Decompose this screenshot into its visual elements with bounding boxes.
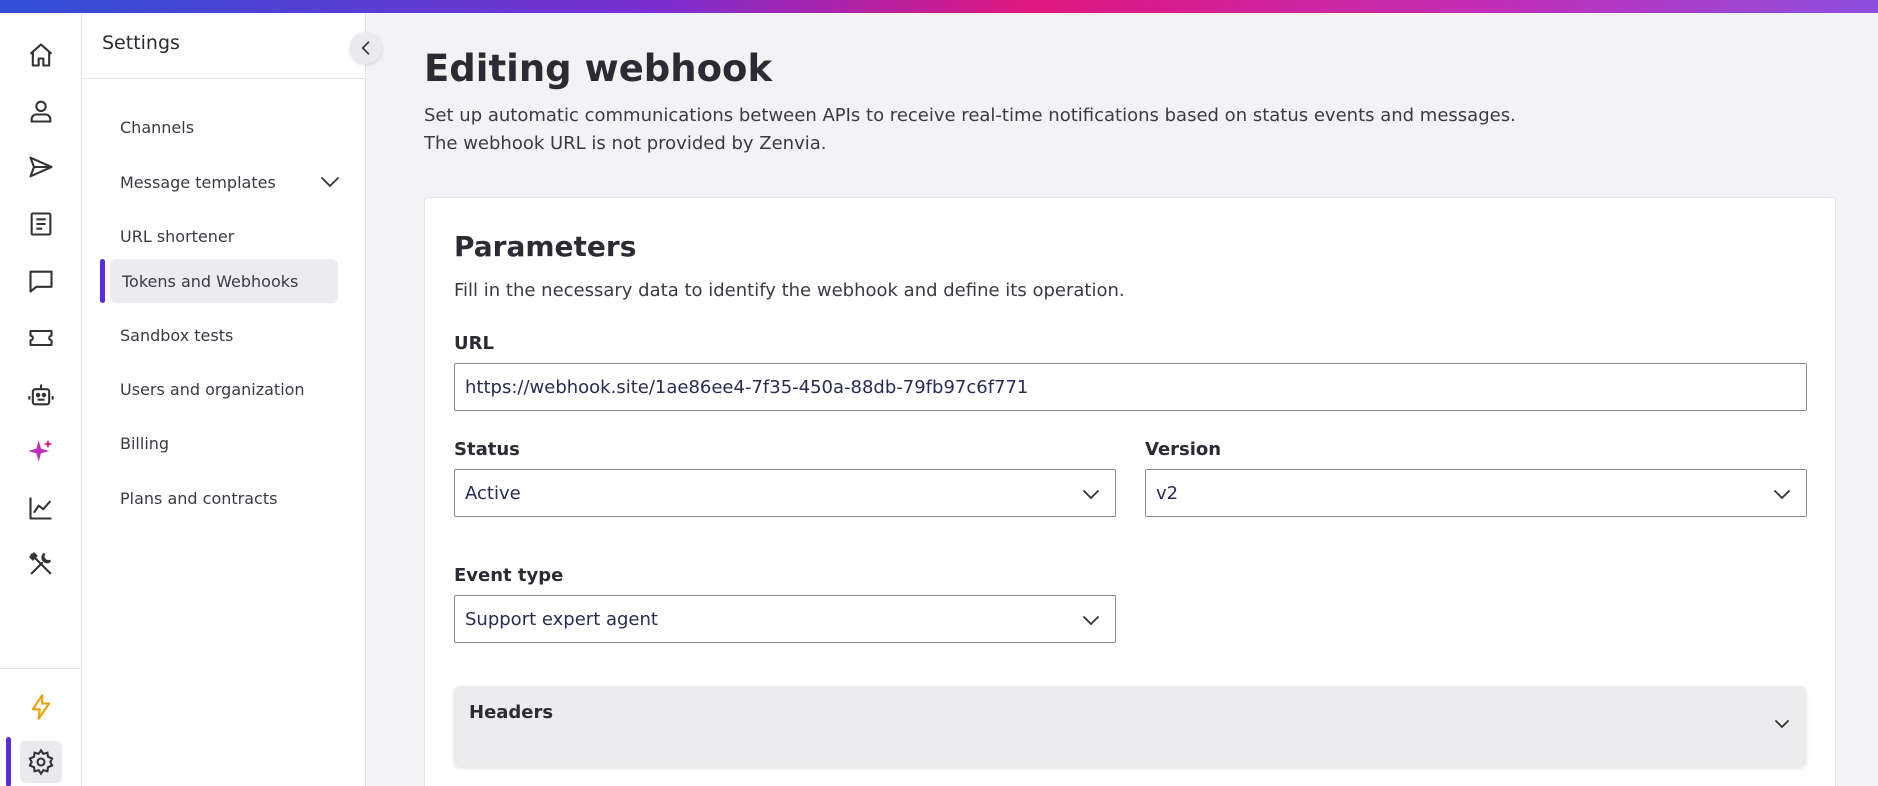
version-select[interactable]: v2: [1145, 469, 1807, 517]
nav-send[interactable]: [20, 146, 62, 188]
robot-icon: [28, 384, 54, 406]
nav-upgrade[interactable]: [20, 686, 62, 728]
url-label: URL: [454, 333, 494, 354]
document-icon: [30, 212, 52, 236]
chat-icon: [29, 270, 53, 293]
sidebar-item-label: Channels: [120, 117, 195, 137]
chevron-down-icon: [1774, 490, 1790, 500]
chevron-down-icon: [1775, 720, 1789, 729]
sidebar-item-label: Users and organization: [120, 379, 305, 399]
event-type-select[interactable]: Support expert agent: [454, 595, 1116, 643]
chevron-down-icon: [1083, 490, 1099, 500]
nav-tickets[interactable]: [20, 317, 62, 359]
sidebar-item-label: Tokens and Webhooks: [122, 271, 299, 291]
nav-contacts[interactable]: [20, 90, 62, 132]
parameters-card: Parameters Fill in the necessary data to…: [424, 197, 1836, 786]
event-type-select-value: Support expert agent: [465, 608, 658, 630]
sidebar-item-label: Sandbox tests: [120, 325, 234, 345]
sidebar-item-label: URL shortener: [120, 226, 235, 246]
status-label: Status: [454, 439, 520, 460]
page-description-line: Set up automatic communications between …: [424, 105, 1516, 126]
headers-accordion-title: Headers: [469, 702, 554, 723]
status-select-value: Active: [465, 482, 521, 504]
page-title: Editing webhook: [424, 47, 773, 90]
rail-divider: [0, 668, 82, 669]
card-title: Parameters: [454, 230, 637, 263]
icon-rail: [0, 13, 82, 786]
url-input-value: https://webhook.site/1ae86ee4-7f35-450a-…: [465, 376, 1029, 398]
nav-chat[interactable]: [20, 260, 62, 302]
sidebar-item-billing[interactable]: Billing: [108, 421, 338, 465]
version-select-value: v2: [1156, 482, 1179, 504]
event-type-label: Event type: [454, 565, 564, 586]
ticket-icon: [29, 329, 53, 347]
nav-ai[interactable]: [20, 430, 62, 472]
nav-documents[interactable]: [20, 203, 62, 245]
sparkle-icon: [28, 439, 53, 462]
sidebar-active-indicator: [100, 259, 105, 303]
sidebar-item-tokens-and-webhooks[interactable]: Tokens and Webhooks: [110, 259, 338, 303]
tools-icon: [29, 552, 52, 575]
page-description-line: The webhook URL is not provided by Zenvi…: [424, 133, 827, 154]
sidebar-item-label: Billing: [120, 433, 170, 453]
headers-accordion[interactable]: Headers: [454, 686, 1806, 766]
sidebar-title: Settings: [102, 32, 180, 54]
sidebar-item-label: Plans and contracts: [120, 488, 278, 508]
sidebar-item-message-templates[interactable]: Message templates: [108, 160, 339, 204]
main-content: Editing webhook Set up automatic communi…: [366, 13, 1878, 786]
page-description: Set up automatic communications between …: [424, 102, 1724, 158]
nav-bots[interactable]: [20, 374, 62, 416]
bolt-icon: [31, 694, 51, 720]
nav-home[interactable]: [20, 34, 62, 76]
sidebar-item-sandbox-tests[interactable]: Sandbox tests: [108, 313, 338, 357]
sidebar-item-channels[interactable]: Channels: [108, 105, 338, 149]
user-icon: [30, 100, 52, 123]
version-label: Version: [1145, 439, 1222, 460]
sidebar-item-plans-and-contracts[interactable]: Plans and contracts: [108, 476, 338, 520]
sidebar-item-url-shortener[interactable]: URL shortener: [108, 214, 338, 258]
sidebar-item-label: Message templates: [120, 172, 276, 192]
chart-icon: [29, 497, 52, 520]
gear-icon: [28, 748, 54, 776]
sidebar-divider: [82, 78, 366, 79]
url-input[interactable]: https://webhook.site/1ae86ee4-7f35-450a-…: [454, 363, 1807, 411]
send-icon: [29, 156, 53, 178]
sidebar-item-users-and-organization[interactable]: Users and organization: [108, 367, 338, 411]
nav-settings[interactable]: [20, 741, 62, 783]
status-select[interactable]: Active: [454, 469, 1116, 517]
chevron-down-icon: [321, 177, 339, 188]
home-icon: [29, 43, 53, 67]
chevron-down-icon: [1083, 616, 1099, 626]
settings-sidebar: Settings Channels Message templates URL …: [82, 13, 382, 786]
top-gradient-bar: [0, 0, 1878, 13]
nav-reports[interactable]: [20, 487, 62, 529]
nav-tools[interactable]: [20, 543, 62, 585]
rail-active-indicator: [6, 737, 11, 786]
card-description: Fill in the necessary data to identify t…: [454, 280, 1125, 301]
